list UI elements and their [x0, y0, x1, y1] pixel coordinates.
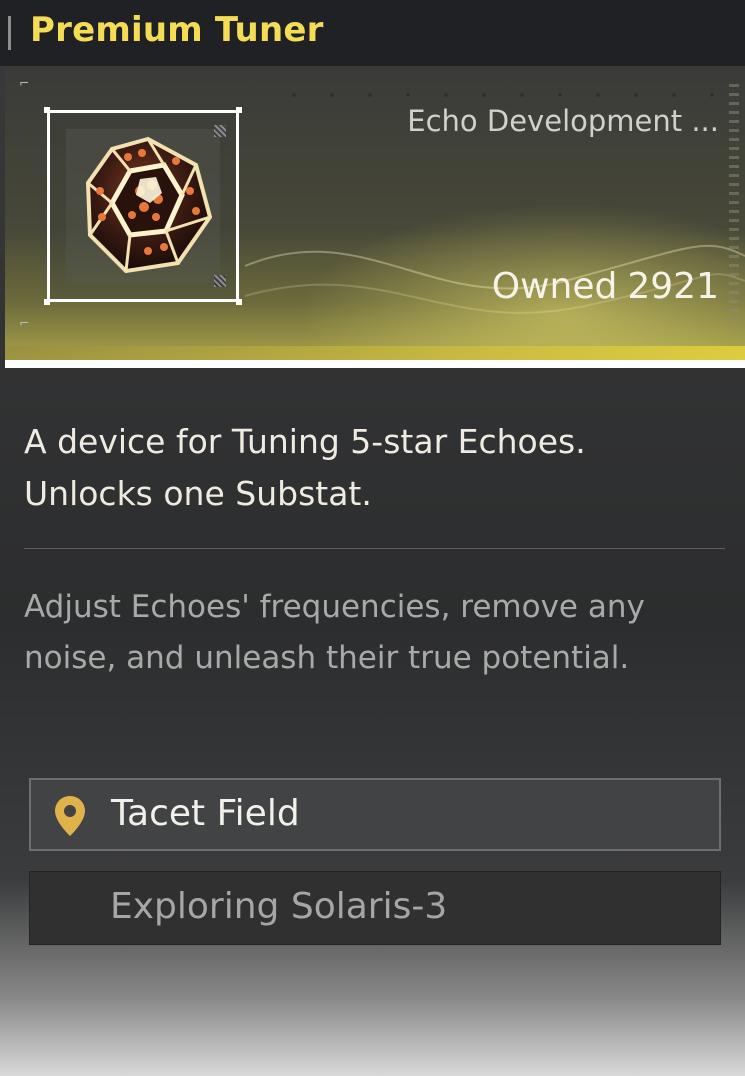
frame-corner	[236, 299, 242, 305]
corner-tick-top: ⌐	[19, 76, 30, 90]
owned-value: 2921	[627, 266, 719, 307]
item-title: Premium Tuner	[30, 10, 324, 50]
item-category: Echo Development ...	[407, 104, 719, 138]
frame-corner	[44, 299, 50, 305]
source-label: Tacet Field	[111, 793, 300, 834]
item-header: Premium Tuner	[0, 0, 745, 66]
source-label: Exploring Solaris-3	[110, 886, 448, 927]
corner-tick-bottom: ⌐	[19, 316, 30, 330]
location-pin-icon	[55, 796, 85, 836]
frame-watermark	[48, 163, 64, 253]
header-accent-bar	[8, 16, 11, 50]
item-description: A device for Tuning 5-star Echoes. Unloc…	[24, 422, 586, 513]
source-tacet-field[interactable]: Tacet Field	[29, 778, 721, 851]
tuner-dice-icon	[85, 136, 213, 274]
item-icon-frame	[44, 107, 242, 305]
item-banner: ⌐ ⌐ Echo Development ... Owned 2921	[5, 66, 745, 360]
frame-corner	[236, 107, 242, 113]
description-separator	[24, 548, 725, 549]
source-exploring-solaris[interactable]: Exploring Solaris-3	[29, 871, 721, 945]
banner-bottom-glow	[5, 346, 745, 360]
banner-right-strip	[729, 84, 739, 324]
frame-corner	[44, 107, 50, 113]
item-lore: Adjust Echoes' frequencies, remove any n…	[24, 589, 645, 676]
banner-divider	[5, 360, 745, 368]
owned-count: Owned 2921	[492, 266, 719, 307]
owned-label: Owned	[491, 266, 618, 307]
